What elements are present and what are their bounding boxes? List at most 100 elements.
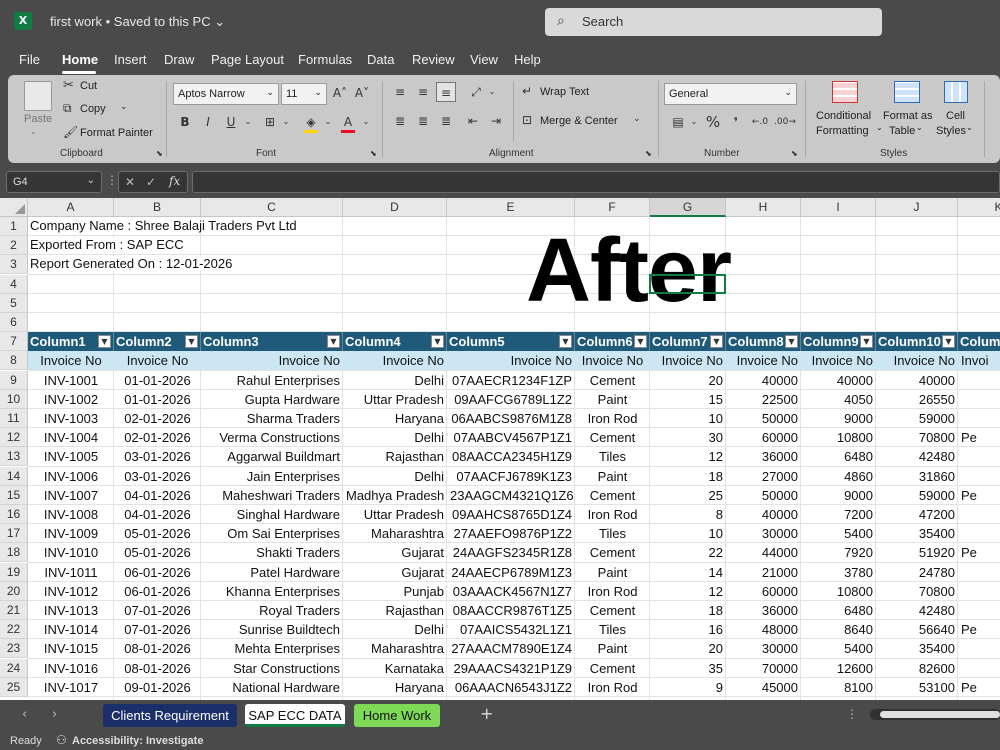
- row-header-17[interactable]: 17: [0, 524, 28, 544]
- clipboard-launcher-icon[interactable]: ⬊: [156, 149, 163, 158]
- table-cell[interactable]: 70000: [726, 659, 801, 678]
- table-cell[interactable]: 60000: [726, 582, 801, 601]
- table-cell[interactable]: Delhi: [343, 371, 447, 390]
- sheet-tab-sap-ecc-data[interactable]: SAP ECC DATA: [245, 704, 345, 727]
- table-cell[interactable]: Tiles: [575, 524, 650, 543]
- tab-file[interactable]: File: [19, 52, 40, 67]
- select-all-button[interactable]: [0, 198, 28, 217]
- table-cell[interactable]: [958, 447, 1000, 466]
- sub-header-cell[interactable]: Invoice No: [801, 351, 876, 370]
- column-header-i[interactable]: I: [801, 198, 876, 217]
- table-cell[interactable]: Uttar Pradesh: [343, 505, 447, 524]
- column-header-e[interactable]: E: [447, 198, 575, 217]
- tab-page-layout[interactable]: Page Layout: [211, 52, 284, 67]
- sub-header-cell[interactable]: Invoice No: [650, 351, 726, 370]
- table-cell[interactable]: 4050: [801, 390, 876, 409]
- table-cell[interactable]: 03-01-2026: [114, 467, 201, 486]
- next-sheet-icon[interactable]: ›: [52, 707, 57, 722]
- table-cell[interactable]: 50000: [726, 486, 801, 505]
- table-cell[interactable]: 8100: [801, 678, 876, 697]
- table-cell[interactable]: Cement: [575, 371, 650, 390]
- table-cell[interactable]: 59000: [876, 409, 958, 428]
- table-cell[interactable]: INV-1012: [28, 582, 114, 601]
- accounting-dropdown-icon[interactable]: ⌄: [684, 112, 704, 132]
- table-cell[interactable]: Paint: [575, 467, 650, 486]
- wrap-text-button[interactable]: Wrap Text: [540, 86, 589, 98]
- table-cell[interactable]: INV-1004: [28, 428, 114, 447]
- table-cell[interactable]: 40000: [876, 371, 958, 390]
- table-cell[interactable]: 25: [650, 486, 726, 505]
- table-cell[interactable]: 3780: [801, 563, 876, 582]
- row-header-16[interactable]: 16: [0, 505, 28, 524]
- tab-insert[interactable]: Insert: [114, 52, 147, 67]
- table-column-header[interactable]: Column10 ▼: [876, 332, 958, 352]
- table-column-header[interactable]: Column9 ▼: [801, 332, 876, 352]
- column-header-k[interactable]: K: [958, 198, 1000, 217]
- accessibility-status[interactable]: Accessibility: Investigate: [72, 735, 203, 747]
- increase-decimal-icon[interactable]: ←.0: [750, 112, 770, 132]
- row-header-15[interactable]: 15: [0, 485, 28, 505]
- table-cell[interactable]: 21000: [726, 563, 801, 582]
- font-color-dropdown-icon[interactable]: ⌄: [356, 112, 376, 132]
- row-header-13[interactable]: 13: [0, 447, 28, 467]
- table-cell[interactable]: 40000: [801, 371, 876, 390]
- table-cell[interactable]: 6480: [801, 447, 876, 466]
- table-cell[interactable]: [958, 563, 1000, 582]
- row-header-23[interactable]: 23: [0, 639, 28, 659]
- table-cell[interactable]: [958, 390, 1000, 409]
- table-cell[interactable]: INV-1017: [28, 678, 114, 697]
- row-header-1[interactable]: 1: [0, 217, 28, 236]
- decrease-font-icon[interactable]: A˅: [352, 83, 372, 103]
- column-header-f[interactable]: F: [575, 198, 650, 217]
- filter-dropdown-icon[interactable]: ▼: [431, 335, 444, 349]
- table-cell[interactable]: 05-01-2026: [114, 524, 201, 543]
- table-cell[interactable]: 9000: [801, 486, 876, 505]
- increase-indent-icon[interactable]: ⇥: [486, 111, 506, 131]
- table-cell[interactable]: 18: [650, 601, 726, 620]
- filter-dropdown-icon[interactable]: ▼: [185, 335, 198, 349]
- spreadsheet-grid[interactable]: A B C D E F G H I J K 1 2 3 4 5 6 7 8 9 10 11 12 13 14 15 16 17 18 19…: [0, 198, 1000, 700]
- scrollbar-thumb[interactable]: [880, 711, 1000, 718]
- table-cell[interactable]: 10800: [801, 428, 876, 447]
- align-left-icon[interactable]: ≣: [390, 111, 410, 131]
- prev-sheet-icon[interactable]: ‹: [22, 707, 27, 722]
- document-title[interactable]: first work • Saved to this PC ⌄: [50, 14, 225, 30]
- table-cell[interactable]: Verma Constructions: [201, 428, 343, 447]
- table-cell[interactable]: 70800: [876, 582, 958, 601]
- borders-dropdown-icon[interactable]: ⌄: [276, 112, 296, 132]
- filter-dropdown-icon[interactable]: ▼: [942, 335, 955, 349]
- table-cell[interactable]: 08AACCR9876T1Z5: [447, 601, 575, 620]
- table-cell[interactable]: 8: [650, 505, 726, 524]
- table-cell[interactable]: INV-1006: [28, 467, 114, 486]
- table-cell[interactable]: 07-01-2026: [114, 601, 201, 620]
- column-header-d[interactable]: D: [343, 198, 447, 217]
- merge-dropdown-icon[interactable]: ⌄: [633, 114, 641, 124]
- table-cell[interactable]: 07-01-2026: [114, 620, 201, 639]
- sub-header-cell[interactable]: Invoice No: [114, 351, 201, 370]
- table-column-header[interactable]: Column6 ▼: [575, 332, 650, 352]
- table-cell[interactable]: INV-1007: [28, 486, 114, 505]
- table-cell[interactable]: Paint: [575, 563, 650, 582]
- table-cell[interactable]: 06-01-2026: [114, 582, 201, 601]
- table-cell[interactable]: Sharma Traders: [201, 409, 343, 428]
- comma-style-icon[interactable]: ❜: [726, 112, 746, 132]
- table-cell[interactable]: Gujarat: [343, 543, 447, 562]
- table-cell[interactable]: [958, 601, 1000, 620]
- table-cell[interactable]: INV-1001: [28, 371, 114, 390]
- table-cell[interactable]: INV-1015: [28, 639, 114, 658]
- tab-draw[interactable]: Draw: [164, 52, 194, 67]
- paste-dropdown-icon[interactable]: ⌄: [30, 127, 37, 136]
- decrease-decimal-icon[interactable]: .00→: [774, 112, 796, 132]
- cut-button[interactable]: Cut: [80, 80, 97, 92]
- font-size-select[interactable]: 11 ⌄: [281, 83, 327, 105]
- sub-header-cell[interactable]: Invoice No: [447, 351, 575, 370]
- table-cell[interactable]: 70800: [876, 428, 958, 447]
- search-box[interactable]: ⌕ Search: [545, 8, 882, 36]
- row-header-10[interactable]: 10: [0, 389, 28, 409]
- table-cell[interactable]: 36000: [726, 447, 801, 466]
- table-cell[interactable]: Paint: [575, 390, 650, 409]
- font-launcher-icon[interactable]: ⬊: [370, 149, 377, 158]
- table-cell[interactable]: Maheshwari Traders: [201, 486, 343, 505]
- row-header-18[interactable]: 18: [0, 543, 28, 563]
- table-cell[interactable]: 35400: [876, 639, 958, 658]
